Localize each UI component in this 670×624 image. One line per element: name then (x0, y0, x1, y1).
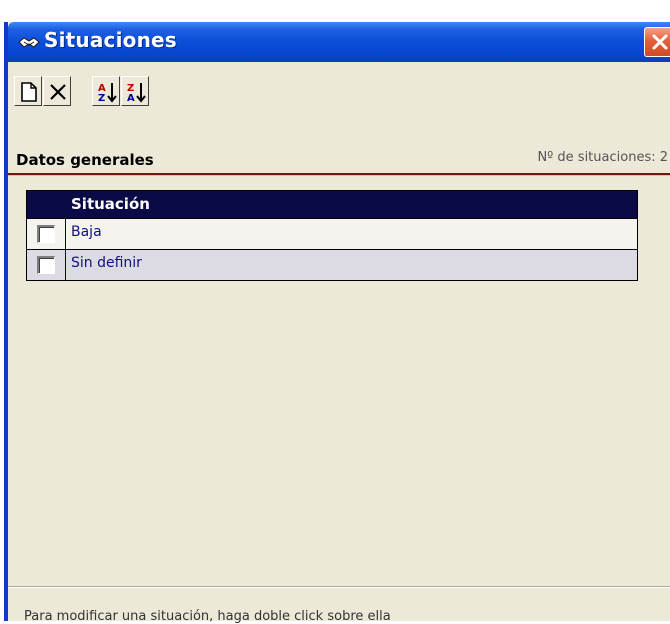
close-button[interactable] (644, 27, 670, 57)
sort-ascending-button[interactable]: A Z (92, 76, 120, 106)
new-button[interactable] (14, 76, 42, 106)
delete-x-icon (50, 84, 66, 100)
situations-grid: Situación Baja Sin definir (26, 190, 638, 281)
window-title: Situaciones (44, 28, 177, 52)
sort-a-z-icon: A Z (98, 83, 117, 104)
column-header-situacion[interactable]: Situación (71, 195, 150, 213)
svg-text:Z: Z (98, 93, 105, 104)
status-divider (8, 586, 670, 588)
handshake-icon (18, 35, 40, 49)
new-document-icon (21, 82, 37, 102)
grid-header: Situación (27, 191, 637, 218)
sort-descending-button[interactable]: Z A (121, 76, 149, 106)
situations-count: Nº de situaciones: 2 (537, 150, 668, 165)
delete-button[interactable] (43, 76, 71, 106)
table-row[interactable]: Baja (27, 218, 637, 249)
row-label[interactable]: Sin definir (71, 255, 142, 271)
status-hint: Para modificar una situación, haga doble… (24, 609, 391, 624)
title-bar[interactable]: Situaciones (8, 22, 670, 62)
row-separator (65, 219, 66, 249)
row-checkbox[interactable] (37, 225, 55, 243)
section-title: Datos generales (16, 151, 154, 169)
close-icon (652, 34, 668, 50)
sort-z-a-icon: Z A (127, 83, 146, 104)
row-checkbox[interactable] (37, 256, 55, 274)
section-divider (8, 173, 670, 176)
row-label[interactable]: Baja (71, 224, 102, 240)
svg-text:A: A (127, 93, 135, 104)
row-separator (65, 250, 66, 280)
situaciones-window: Situaciones A Z Z A Datos generales Nº d… (4, 22, 670, 624)
table-row[interactable]: Sin definir (27, 249, 637, 280)
